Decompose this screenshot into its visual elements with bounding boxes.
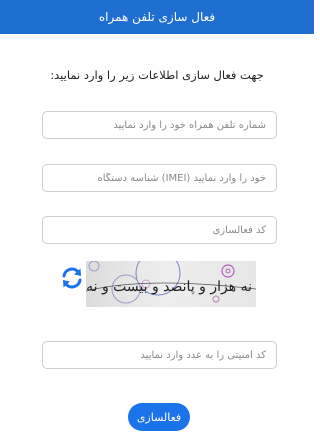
activation-code-input[interactable] (42, 216, 277, 244)
captcha-image: نه هزار و پانصد و بیست و نه (86, 261, 256, 307)
app-header: فعال سازی تلفن همراه (0, 0, 314, 34)
activate-button[interactable]: فعالسازی (128, 403, 190, 431)
refresh-icon[interactable] (60, 266, 84, 290)
instruction-text: جهت فعال سازی اطلاعات زیر را وارد نمایید… (50, 68, 264, 82)
imei-input[interactable] (42, 164, 277, 192)
phone-input[interactable] (42, 111, 277, 139)
captcha-text: نه هزار و پانصد و بیست و نه (86, 279, 252, 295)
captcha-input[interactable] (42, 341, 277, 369)
header-title: فعال سازی تلفن همراه (98, 10, 216, 24)
